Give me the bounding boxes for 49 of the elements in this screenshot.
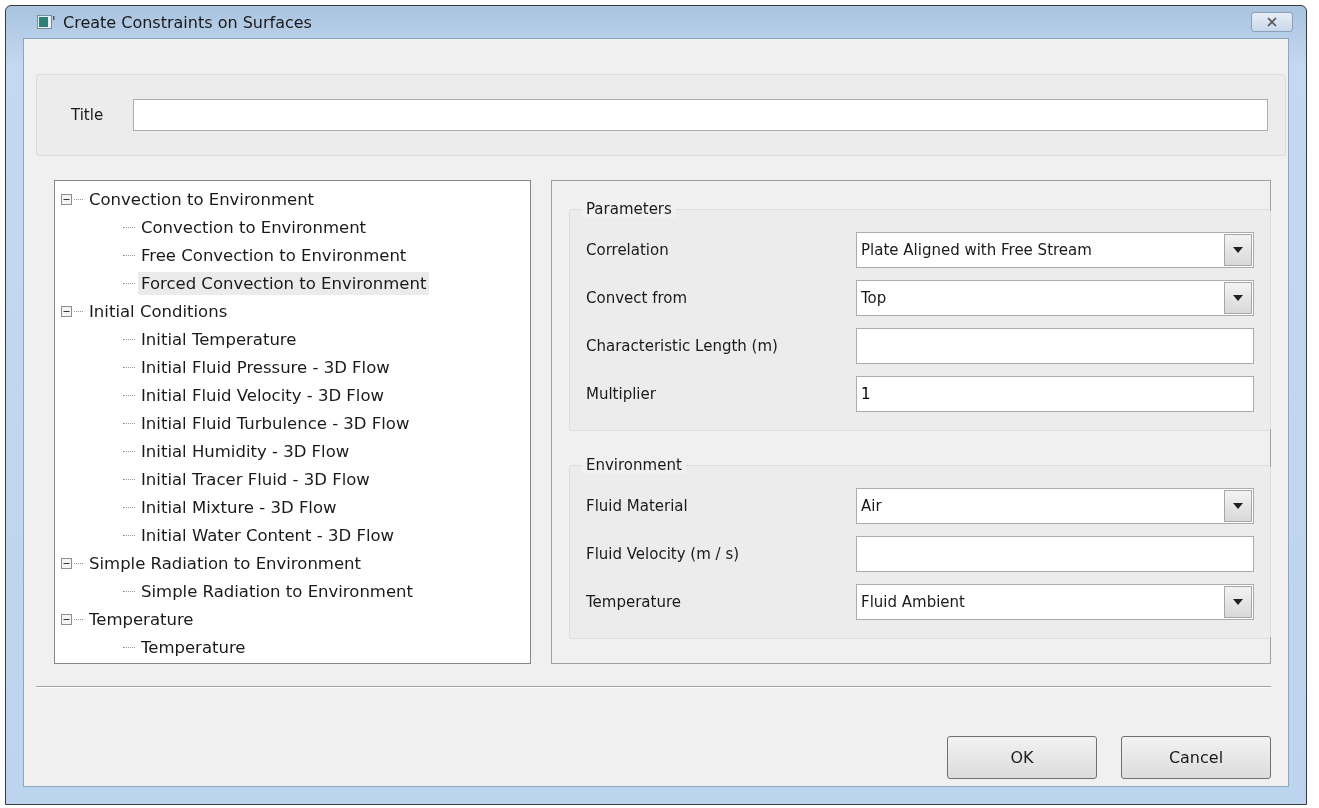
field-label: Fluid Material	[586, 497, 689, 515]
field-label: Multiplier	[586, 385, 657, 403]
field-label: Characteristic Length (m)	[586, 337, 779, 355]
caret-icon	[1233, 599, 1243, 605]
tree-item[interactable]: Initial Water Content - 3D Flow	[138, 523, 398, 547]
group-title: Environment	[582, 456, 686, 474]
caret-icon	[1233, 503, 1243, 509]
field-label: Correlation	[586, 241, 670, 259]
title-field[interactable]	[133, 99, 1268, 131]
tree-item[interactable]: Initial Conditions	[86, 299, 231, 323]
dropdown[interactable]: Fluid Ambient	[856, 584, 1254, 620]
caret-icon	[1233, 247, 1243, 253]
tree-item[interactable]: Forced Convection to Environment	[138, 271, 430, 295]
collapse-icon[interactable]	[61, 613, 72, 625]
dropdown[interactable]: Plate Aligned with Free Stream	[856, 232, 1254, 268]
tree-item[interactable]: Initial Temperature	[138, 327, 300, 351]
collapse-icon[interactable]	[61, 193, 72, 205]
field-label: Convect from	[586, 289, 689, 307]
tree-item[interactable]: Initial Humidity - 3D Flow	[138, 439, 353, 463]
field-label: Temperature	[586, 593, 683, 611]
tree-item[interactable]: Temperature	[138, 635, 249, 659]
dropdown[interactable]: Top	[856, 280, 1254, 316]
input-field[interactable]: 1	[856, 376, 1254, 412]
tree-item[interactable]: Initial Mixture - 3D Flow	[138, 495, 340, 519]
field-label: Title	[71, 106, 104, 124]
close-button[interactable]	[1251, 12, 1293, 32]
input-field[interactable]	[856, 328, 1254, 364]
tree-item[interactable]: Convection to Environment	[138, 215, 370, 239]
app-icon	[37, 15, 55, 29]
tree-item[interactable]: Initial Fluid Pressure - 3D Flow	[138, 355, 393, 379]
tree-item[interactable]: Initial Fluid Turbulence - 3D Flow	[138, 411, 413, 435]
collapse-icon[interactable]	[61, 557, 72, 569]
window-title: Create Constraints on Surfaces	[63, 12, 312, 32]
tree-item[interactable]: Simple Radiation to Environment	[86, 551, 364, 575]
tree-item[interactable]: Simple Radiation to Environment	[138, 579, 416, 603]
input-field[interactable]	[856, 536, 1254, 572]
tree-item[interactable]: Convection to Environment	[86, 187, 318, 211]
group-title: Parameters	[582, 200, 676, 218]
caret-icon	[1233, 295, 1243, 301]
tree-item[interactable]: Temperature	[86, 607, 197, 631]
dialog-button[interactable]: OK	[947, 736, 1097, 779]
tree-item[interactable]: Initial Fluid Velocity - 3D Flow	[138, 383, 388, 407]
tree-item[interactable]: Free Convection to Environment	[138, 243, 410, 267]
collapse-icon[interactable]	[61, 305, 72, 317]
tree-item[interactable]: Initial Tracer Fluid - 3D Flow	[138, 467, 373, 491]
field-label: Fluid Velocity (m / s)	[586, 545, 741, 563]
dialog-button[interactable]: Cancel	[1121, 736, 1271, 779]
close-icon	[1266, 17, 1278, 27]
dropdown[interactable]: Air	[856, 488, 1254, 524]
